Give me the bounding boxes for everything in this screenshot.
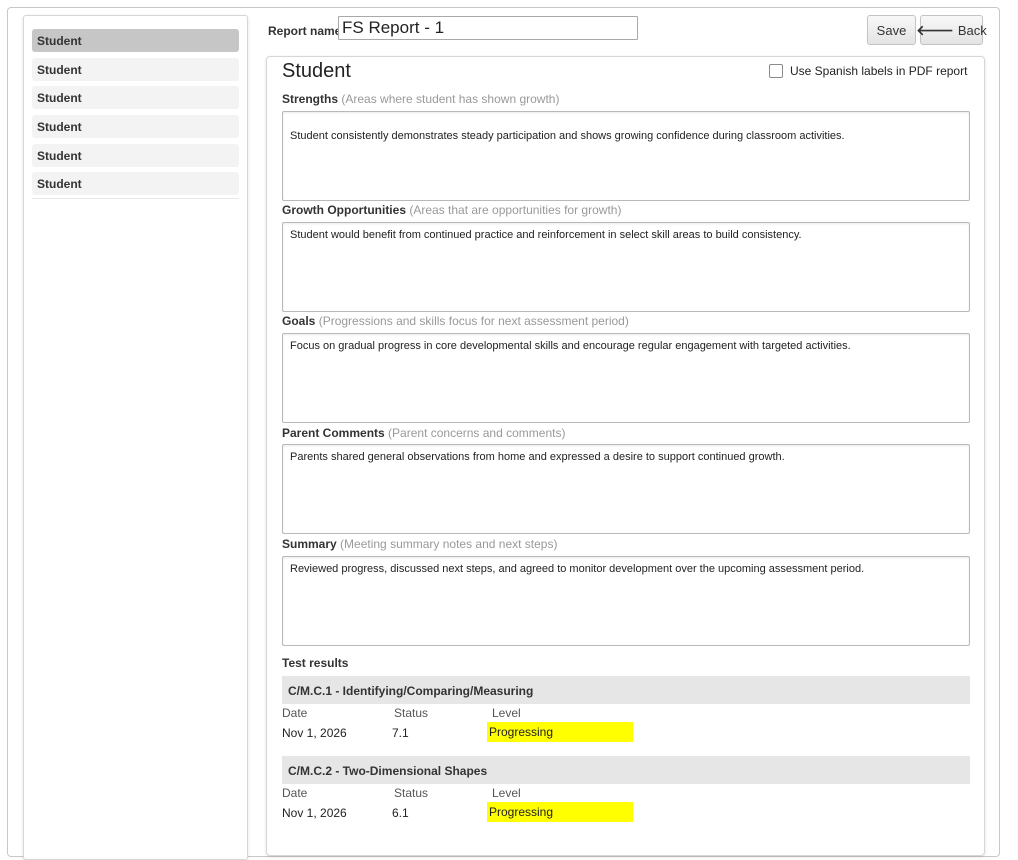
report-name-label: Report name: [268, 24, 342, 38]
level-badge: Progressing: [487, 802, 633, 822]
date-column-header: Date: [282, 786, 308, 800]
save-button-label: Save: [876, 22, 907, 38]
summary-hint: (Meeting summary notes and next steps): [340, 537, 558, 551]
goals-label: Goals (Progressions and skills focus for…: [282, 314, 629, 328]
parent-comments-hint: (Parent concerns and comments): [388, 426, 566, 440]
arrow-left-icon: 🡐: [916, 22, 954, 38]
spanish-labels-label: Use Spanish labels in PDF report: [790, 64, 968, 78]
growth-opportunities-textarea[interactable]: Student would benefit from continued pra…: [282, 222, 970, 312]
strengths-label: Strengths (Areas where student has shown…: [282, 92, 560, 106]
back-button-label: Back: [957, 22, 987, 38]
sidebar-item-student[interactable]: Student: [32, 115, 239, 139]
level-badge: Progressing: [487, 722, 633, 742]
save-button[interactable]: Save: [867, 15, 916, 45]
test-status: 6.1: [392, 806, 409, 820]
page-title: Student: [282, 60, 351, 82]
sidebar-divider: [32, 198, 239, 200]
test-status: 7.1: [392, 726, 409, 740]
sidebar-item-student[interactable]: Student: [32, 29, 239, 52]
level-column-header: Level: [492, 706, 521, 720]
summary-textarea[interactable]: Reviewed progress, discussed next steps,…: [282, 556, 970, 646]
parent-comments-label: Parent Comments (Parent concerns and com…: [282, 426, 566, 440]
test-date: Nov 1, 2026: [282, 726, 347, 740]
summary-label: Summary (Meeting summary notes and next …: [282, 537, 558, 551]
test-date: Nov 1, 2026: [282, 806, 347, 820]
status-column-header: Status: [394, 786, 429, 800]
sidebar-item-student[interactable]: Student: [32, 143, 239, 167]
report-name-input[interactable]: [338, 16, 638, 40]
growth-opportunities-hint: (Areas that are opportunities for growth…: [409, 203, 622, 217]
goals-textarea[interactable]: Focus on gradual progress in core develo…: [282, 333, 970, 423]
level-column-header: Level: [492, 786, 521, 800]
goals-hint: (Progressions and skills focus for next …: [318, 314, 629, 328]
test-name-bar: C/M.C.1 - Identifying/Comparing/Measurin…: [282, 676, 970, 704]
test-name-bar: C/M.C.2 - Two-Dimensional Shapes: [282, 756, 970, 784]
sidebar-item-student[interactable]: Student: [32, 57, 239, 81]
parent-comments-textarea[interactable]: Parents shared general observations from…: [282, 444, 970, 534]
spanish-labels-toggle[interactable]: Use Spanish labels in PDF report: [769, 64, 967, 78]
test-results-heading: Test results: [282, 656, 349, 670]
strengths-hint: (Areas where student has shown growth): [341, 92, 560, 106]
student-sidebar: Student Student Student Student Student …: [23, 15, 248, 860]
strengths-textarea[interactable]: Student consistently demonstrates steady…: [282, 111, 970, 201]
sidebar-item-student[interactable]: Student: [32, 172, 239, 196]
spanish-labels-checkbox[interactable]: [769, 64, 783, 78]
back-button[interactable]: 🡐 Back: [916, 15, 987, 45]
date-column-header: Date: [282, 706, 308, 720]
sidebar-item-student[interactable]: Student: [32, 86, 239, 110]
growth-opportunities-label: Growth Opportunities (Areas that are opp…: [282, 203, 622, 217]
status-column-header: Status: [394, 706, 429, 720]
